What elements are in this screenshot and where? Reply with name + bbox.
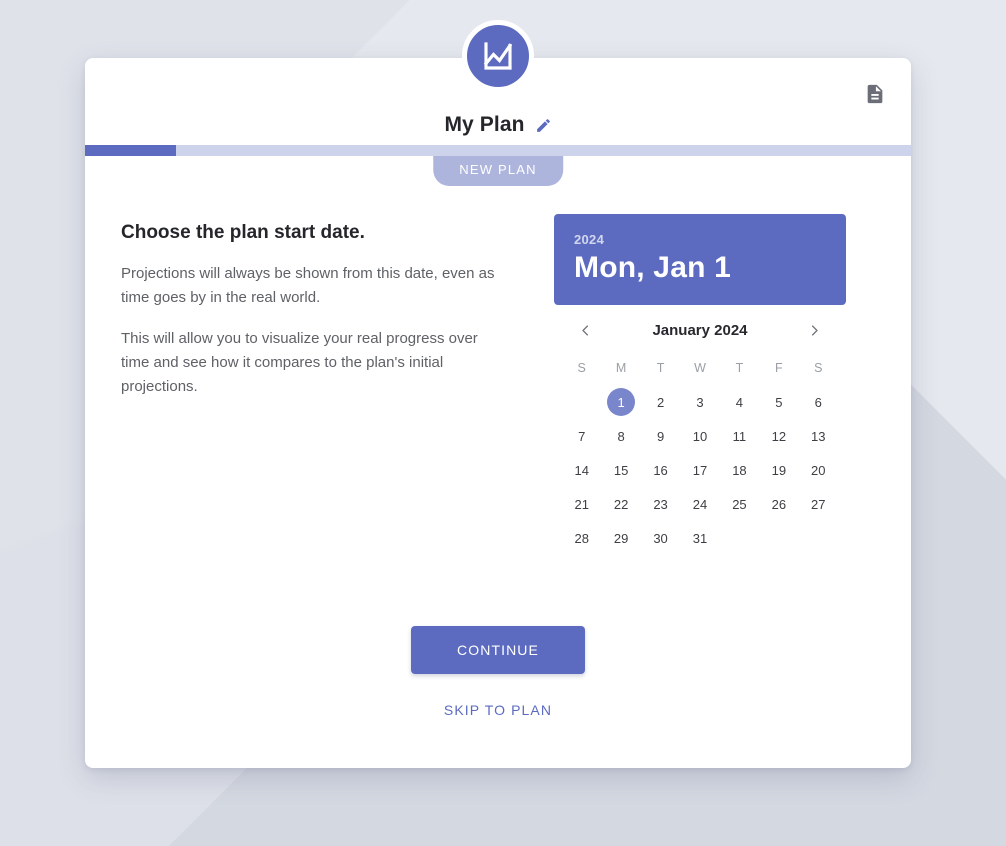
calendar-day[interactable]: 16: [641, 453, 680, 487]
calendar-day[interactable]: 12: [759, 419, 798, 453]
calendar-day[interactable]: 30: [641, 521, 680, 555]
calendar-day[interactable]: 22: [601, 487, 640, 521]
month-navigation: January 2024: [554, 305, 846, 353]
calendar-day[interactable]: 25: [720, 487, 759, 521]
calendar-day[interactable]: 14: [562, 453, 601, 487]
day-of-week-header: T: [656, 361, 665, 375]
prev-month-button[interactable]: [572, 317, 598, 343]
calendar-grid: S M T W T F S 1 2 3 4 5 6 7 8 9 10 11 12 13 14 15 16 17 18 19 20 21…: [554, 353, 846, 555]
page-title: My Plan: [444, 113, 525, 136]
calendar-day[interactable]: 8: [601, 419, 640, 453]
calendar-day[interactable]: 9: [641, 419, 680, 453]
setup-progress-bar: [85, 145, 911, 156]
calendar-day[interactable]: 26: [759, 487, 798, 521]
calendar-day[interactable]: 28: [562, 521, 601, 555]
datepicker-header: 2024 Mon, Jan 1: [554, 214, 846, 305]
chevron-left-icon: [578, 323, 593, 338]
calendar-day[interactable]: 2: [641, 385, 680, 419]
calendar-day[interactable]: 7: [562, 419, 601, 453]
next-month-button[interactable]: [802, 317, 828, 343]
chevron-right-icon: [807, 323, 822, 338]
day-of-week-header: W: [694, 361, 706, 375]
document-icon-button[interactable]: [857, 76, 893, 112]
calendar-day[interactable]: 21: [562, 487, 601, 521]
calendar-day[interactable]: 3: [680, 385, 719, 419]
step-badge-wrapper: NEW PLAN: [85, 156, 911, 186]
card-body: Choose the plan start date. Projections …: [85, 184, 911, 555]
card-actions: CONTINUE SKIP TO PLAN: [85, 626, 911, 724]
description-column: Choose the plan start date. Projections …: [121, 214, 526, 555]
description-paragraph-1: Projections will always be shown from th…: [121, 265, 495, 306]
calendar-day-selected[interactable]: 1: [601, 385, 640, 419]
calendar-day[interactable]: 6: [799, 385, 838, 419]
selected-year: 2024: [574, 232, 605, 247]
day-of-week-header: S: [577, 361, 586, 375]
month-label[interactable]: January 2024: [652, 322, 747, 339]
plan-title-row: My Plan: [444, 113, 551, 137]
calendar-day[interactable]: 19: [759, 453, 798, 487]
status-badge: NEW PLAN: [433, 156, 563, 186]
section-heading: Choose the plan start date.: [121, 222, 365, 243]
document-icon: [864, 83, 886, 105]
day-of-week-header: M: [615, 361, 627, 375]
skip-to-plan-button[interactable]: SKIP TO PLAN: [434, 696, 562, 724]
calendar-day[interactable]: 11: [720, 419, 759, 453]
description-paragraph-2: This will allow you to visualize your re…: [121, 330, 478, 395]
calendar-day[interactable]: 31: [680, 521, 719, 555]
calendar-day[interactable]: 4: [720, 385, 759, 419]
calendar-day[interactable]: 20: [799, 453, 838, 487]
selected-date-label: Mon, Jan 1: [574, 251, 732, 284]
date-picker[interactable]: 2024 Mon, Jan 1 January 2024 S M T W T F…: [554, 214, 846, 555]
day-of-week-header: S: [814, 361, 823, 375]
day-of-week-header: T: [735, 361, 744, 375]
calendar-day[interactable]: 18: [720, 453, 759, 487]
calendar-day[interactable]: 5: [759, 385, 798, 419]
progress-fill: [85, 145, 176, 156]
calendar-day[interactable]: 23: [641, 487, 680, 521]
calendar-day[interactable]: 10: [680, 419, 719, 453]
day-of-week-header: F: [775, 361, 783, 375]
calendar-cell-empty: [562, 385, 601, 419]
calendar-day[interactable]: 24: [680, 487, 719, 521]
calendar-day[interactable]: 13: [799, 419, 838, 453]
continue-button[interactable]: CONTINUE: [411, 626, 585, 674]
app-logo: [462, 20, 534, 92]
pencil-icon[interactable]: [535, 117, 552, 134]
plan-setup-card: My Plan NEW PLAN Choose the plan start d…: [85, 20, 911, 768]
calendar-day[interactable]: 15: [601, 453, 640, 487]
calendar-day[interactable]: 29: [601, 521, 640, 555]
datepicker-column: 2024 Mon, Jan 1 January 2024 S M T W T F…: [554, 214, 875, 555]
calendar-day[interactable]: 17: [680, 453, 719, 487]
line-chart-icon: [480, 38, 516, 74]
calendar-day[interactable]: 27: [799, 487, 838, 521]
